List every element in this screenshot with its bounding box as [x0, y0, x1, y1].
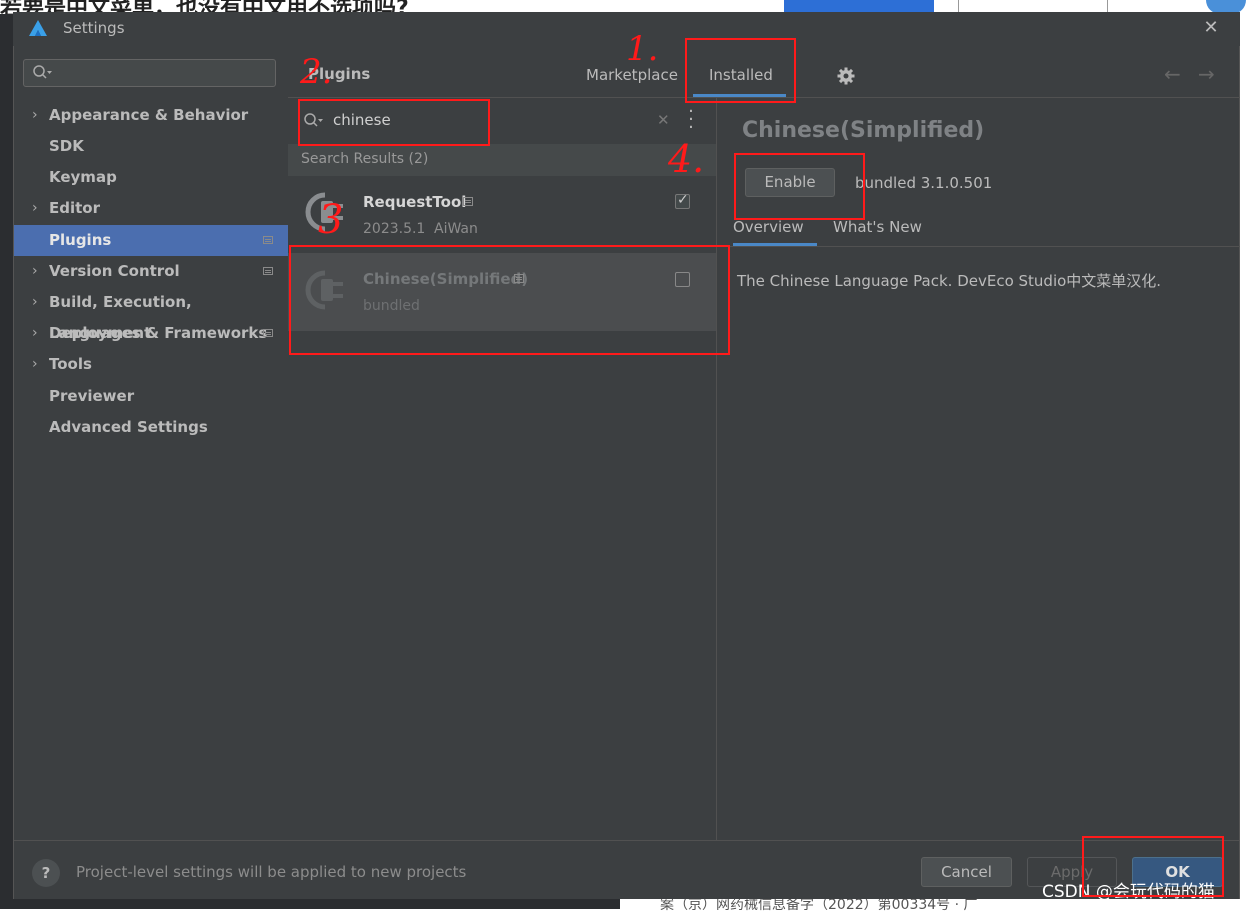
sidebar-item-keymap[interactable]: Keymap: [14, 162, 288, 193]
chevron-right-icon: ›: [32, 356, 38, 372]
clear-search-icon[interactable]: ✕: [657, 111, 670, 129]
search-results-label: Search Results (2): [301, 151, 429, 167]
sidebar-item-previewer[interactable]: Previewer: [14, 381, 288, 412]
annotation-box-installed-tab: [685, 38, 796, 103]
annotation-box-enable-button: [734, 153, 865, 220]
background-left-strip: [0, 14, 13, 909]
background-blue-button: [784, 0, 934, 12]
chevron-right-icon: ›: [32, 107, 38, 123]
sidebar-item-tools[interactable]: › Tools: [14, 349, 288, 380]
chevron-right-icon: ›: [32, 294, 38, 310]
search-icon: [33, 65, 52, 79]
back-arrow-icon[interactable]: ←: [1164, 62, 1181, 86]
sidebar-search-input[interactable]: [23, 59, 276, 87]
more-options-icon[interactable]: · · ·: [685, 103, 697, 137]
annotation-box-ok-button: [1082, 836, 1224, 897]
sidebar-item-label: Version Control: [49, 262, 180, 280]
sidebar-item-version-control[interactable]: › Version Control: [14, 256, 288, 287]
help-button[interactable]: ?: [32, 859, 60, 887]
forward-arrow-icon[interactable]: →: [1198, 62, 1215, 86]
chevron-right-icon: ›: [32, 200, 38, 216]
chevron-right-icon: ›: [32, 325, 38, 341]
sidebar-item-languages-frameworks[interactable]: › Languages & Frameworks: [14, 318, 288, 349]
sidebar-item-label: Previewer: [49, 387, 135, 405]
tab-overview[interactable]: Overview: [733, 218, 804, 236]
plugin-version: 2023.5.1: [363, 221, 426, 237]
sidebar-item-label: Languages & Frameworks: [49, 324, 268, 342]
annotation-box-search: [298, 99, 490, 146]
plugin-vendor: AiWan: [434, 221, 478, 237]
plugin-list-item[interactable]: RequestTool 2023.5.1 AiWan: [288, 177, 716, 249]
sidebar-item-label: Keymap: [49, 168, 117, 186]
sidebar-item-label: SDK: [49, 137, 84, 155]
plugin-name: RequestTool: [363, 193, 467, 211]
plugin-detail-title: Chinese(Simplified): [742, 118, 985, 143]
sidebar-item-appearance-behavior[interactable]: › Appearance & Behavior: [14, 100, 288, 131]
managed-icon: [263, 329, 273, 337]
annotation-step-3: 3: [318, 197, 344, 243]
sidebar-item-label: Appearance & Behavior: [49, 106, 249, 124]
annotation-step-1: 1.: [626, 29, 659, 69]
sidebar-item-advanced-settings[interactable]: Advanced Settings: [14, 412, 288, 443]
cancel-button[interactable]: Cancel: [921, 857, 1012, 887]
plugin-enable-checkbox[interactable]: [675, 192, 690, 209]
sidebar-item-label: Tools: [49, 355, 92, 373]
sidebar-item-label: Plugins: [49, 231, 112, 249]
managed-icon: [263, 236, 273, 244]
annotation-step-4: 4.: [668, 137, 705, 181]
plugin-detail-version: bundled 3.1.0.501: [855, 174, 993, 192]
managed-icon: [463, 197, 473, 206]
gear-icon[interactable]: [836, 66, 856, 86]
sidebar-item-sdk[interactable]: SDK: [14, 131, 288, 162]
sidebar-item-editor[interactable]: › Editor: [14, 193, 288, 224]
window-title: Settings: [63, 19, 125, 37]
managed-icon: [263, 267, 273, 275]
background-bottom-dark: [0, 899, 620, 909]
close-icon[interactable]: ✕: [1200, 17, 1222, 39]
sidebar-item-label: Advanced Settings: [49, 418, 208, 436]
annotation-box-plugin-item: [289, 245, 730, 355]
sidebar-item-build-execution-deployment[interactable]: › Build, Execution, Deployment: [14, 287, 288, 342]
sidebar-item-plugins[interactable]: Plugins: [14, 225, 288, 256]
sidebar-item-label: Editor: [49, 199, 100, 217]
annotation-step-2: 2.: [300, 52, 333, 92]
plugin-description: The Chinese Language Pack. DevEco Studio…: [737, 272, 1162, 290]
pane-splitter[interactable]: [716, 98, 717, 840]
deveco-logo-icon: [29, 20, 47, 36]
tab-whats-new[interactable]: What's New: [833, 218, 922, 236]
chevron-right-icon: ›: [32, 263, 38, 279]
detail-divider: [717, 246, 1240, 247]
footer-message: Project-level settings will be applied t…: [76, 863, 467, 881]
